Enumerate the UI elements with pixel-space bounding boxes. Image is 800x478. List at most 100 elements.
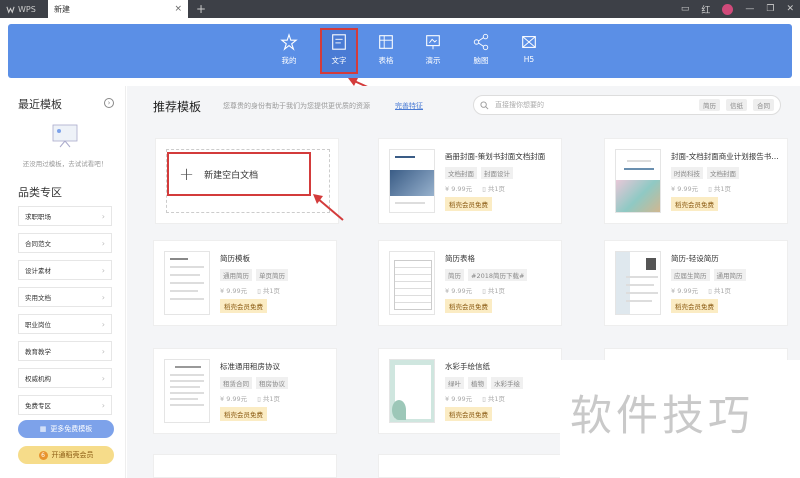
complete-profile-link[interactable]: 完善特征 bbox=[395, 101, 423, 111]
price: ¥ 9.99元 bbox=[445, 287, 473, 295]
tag[interactable]: 单页简历 bbox=[256, 269, 288, 281]
template-card[interactable]: 简历表格 简历 #2018简历下载# ¥ 9.99元 ▯ 共1页 稻壳会员免费 bbox=[378, 240, 562, 326]
user-name[interactable]: 红 bbox=[701, 3, 710, 16]
tag[interactable]: 文档封面 bbox=[445, 167, 477, 179]
restore-icon[interactable]: ❐ bbox=[766, 4, 774, 14]
tag[interactable]: 通用简历 bbox=[713, 269, 746, 281]
category-label: 权威机构 bbox=[25, 375, 51, 383]
tag[interactable]: 简历 bbox=[445, 269, 464, 281]
ribbon-item-spreadsheet[interactable]: 表格 bbox=[368, 30, 404, 72]
template-card[interactable]: 简历模板 通用简历 单页简历 ¥ 9.99元 ▯ 共1页 稻壳会员免费 bbox=[153, 240, 337, 326]
more-free-templates-button[interactable]: ▦ 更多免费模板 bbox=[18, 420, 114, 438]
price: ¥ 9.99元 bbox=[220, 395, 248, 403]
category-authority[interactable]: 权威机构 › bbox=[18, 368, 112, 388]
chevron-right-icon: › bbox=[101, 373, 105, 383]
screen-icon[interactable]: ▭ bbox=[681, 4, 690, 14]
new-tab-icon[interactable]: + bbox=[196, 2, 206, 16]
category-design[interactable]: 设计素材 › bbox=[18, 260, 112, 280]
pages: ▯ 共1页 bbox=[257, 287, 280, 295]
price: ¥ 9.99元 bbox=[445, 185, 473, 193]
app-type-ribbon: 我的 文字 表格 演示 脑图 H5 bbox=[8, 24, 792, 78]
template-card[interactable] bbox=[378, 454, 562, 478]
page-subtitle: 您尊贵的身份有助于我们为您提供更优质的资源 bbox=[223, 102, 370, 110]
tag[interactable]: 水彩手绘 bbox=[491, 377, 523, 389]
tag[interactable]: 通用简历 bbox=[220, 269, 252, 281]
category-label: 设计素材 bbox=[25, 267, 51, 275]
tag[interactable]: 时尚科技 bbox=[671, 167, 703, 179]
template-search[interactable]: 直接搜你想要的 简历 信纸 合同 bbox=[473, 95, 781, 115]
window-controls: ▭ 红 — ❐ ✕ bbox=[681, 0, 794, 18]
vip-free-badge: 稻壳会员免费 bbox=[445, 407, 492, 421]
search-input[interactable]: 直接搜你想要的 bbox=[495, 100, 693, 110]
template-tags: 通用简历 单页简历 bbox=[220, 269, 288, 281]
template-title: 封面-文档封面商业计划报告书封面 bbox=[671, 152, 785, 161]
category-label: 免费专区 bbox=[25, 402, 51, 410]
go-arrow-icon[interactable]: › bbox=[104, 98, 114, 108]
search-tag[interactable]: 合同 bbox=[753, 99, 774, 111]
chevron-right-icon: › bbox=[101, 346, 105, 356]
template-thumbnail bbox=[389, 251, 435, 315]
tag[interactable]: 绿叶 bbox=[445, 377, 464, 389]
wps-logo[interactable]: WPS bbox=[0, 0, 48, 18]
vip-free-badge: 稻壳会员免费 bbox=[671, 197, 718, 211]
search-tag[interactable]: 信纸 bbox=[726, 99, 747, 111]
template-title: 简历模板 bbox=[220, 254, 250, 263]
watermark: 软件技巧 bbox=[560, 360, 800, 478]
category-practical[interactable]: 实用文档 › bbox=[18, 287, 112, 307]
template-card[interactable]: 标准通用租房协议 租赁合同 租房协议 ¥ 9.99元 ▯ 共1页 稻壳会员免费 bbox=[153, 348, 337, 434]
category-position[interactable]: 职业岗位 › bbox=[18, 314, 112, 334]
price: ¥ 9.99元 bbox=[671, 185, 699, 193]
tag[interactable]: 植物 bbox=[468, 377, 487, 389]
template-card[interactable]: 水彩手绘信纸 绿叶 植物 水彩手绘 ¥ 9.99元 ▯ 共1页 稻壳会员免费 bbox=[378, 348, 562, 434]
tab-new[interactable]: 新建 × bbox=[48, 0, 188, 18]
minimize-icon[interactable]: — bbox=[745, 4, 754, 14]
template-thumbnail bbox=[389, 149, 435, 213]
tag[interactable]: 租房协议 bbox=[256, 377, 288, 389]
ribbon-label: 表格 bbox=[378, 56, 394, 65]
template-meta: ¥ 9.99元 ▯ 共1页 bbox=[671, 183, 731, 193]
template-tags: 文档封面 封面设计 bbox=[445, 167, 513, 179]
template-card[interactable]: 简历-轻设简历 应届生简历 通用简历 ¥ 9.99元 ▯ 共1页 稻壳会员免费 bbox=[604, 240, 788, 326]
tag[interactable]: 文档封面 bbox=[707, 167, 739, 179]
new-blank-document-button[interactable]: + 新建空白文档 bbox=[167, 152, 311, 196]
template-card[interactable] bbox=[153, 454, 337, 478]
search-icon bbox=[480, 100, 489, 109]
ribbon-item-h5[interactable]: H5 bbox=[511, 30, 547, 72]
vip-free-badge: 稻壳会员免费 bbox=[220, 299, 267, 313]
tag[interactable]: 应届生简历 bbox=[671, 269, 710, 281]
template-tags: 应届生简历 通用简历 bbox=[671, 269, 746, 281]
template-card[interactable]: 画册封面-策划书封面文档封面 文档封面 封面设计 ¥ 9.99元 ▯ 共1页 稻壳会… bbox=[378, 138, 562, 224]
ribbon-label: 文字 bbox=[331, 56, 347, 65]
template-thumbnail bbox=[164, 359, 210, 423]
tag[interactable]: #2018简历下载# bbox=[468, 269, 528, 281]
close-tab-icon[interactable]: × bbox=[174, 4, 182, 14]
open-vip-button[interactable]: 6 开通稻壳会员 bbox=[18, 446, 114, 464]
template-title: 标准通用租房协议 bbox=[220, 362, 280, 371]
template-card[interactable]: 封面-文档封面商业计划报告书封面 时尚科技 文档封面 ¥ 9.99元 ▯ 共1页 稻… bbox=[604, 138, 788, 224]
category-free[interactable]: 免费专区 › bbox=[18, 395, 112, 415]
template-title: 水彩手绘信纸 bbox=[445, 362, 490, 371]
category-contract[interactable]: 合同范文 › bbox=[18, 233, 112, 253]
chevron-right-icon: › bbox=[101, 292, 105, 302]
tag[interactable]: 封面设计 bbox=[481, 167, 513, 179]
search-tag[interactable]: 简历 bbox=[699, 99, 720, 111]
tag[interactable]: 租赁合同 bbox=[220, 377, 252, 389]
category-job[interactable]: 求职职场 › bbox=[18, 206, 112, 226]
ribbon-item-presentation[interactable]: 演示 bbox=[415, 30, 451, 72]
ribbon-label: H5 bbox=[523, 55, 535, 64]
ribbon-item-writer[interactable]: 文字 bbox=[320, 28, 358, 74]
close-window-icon[interactable]: ✕ bbox=[786, 4, 794, 14]
pages: ▯ 共1页 bbox=[482, 287, 505, 295]
ribbon-item-mine[interactable]: 我的 bbox=[271, 30, 307, 72]
table-icon bbox=[379, 35, 393, 49]
template-thumbnail bbox=[389, 359, 435, 423]
price: ¥ 9.99元 bbox=[220, 287, 248, 295]
chevron-right-icon: › bbox=[101, 211, 105, 221]
ribbon-item-mindmap[interactable]: 脑图 bbox=[463, 30, 499, 72]
category-label: 教育教学 bbox=[25, 348, 51, 356]
category-label: 实用文档 bbox=[25, 294, 51, 302]
template-thumbnail bbox=[615, 149, 661, 213]
category-education[interactable]: 教育教学 › bbox=[18, 341, 112, 361]
avatar[interactable] bbox=[722, 3, 734, 15]
annotation-arrow-left bbox=[313, 194, 344, 221]
